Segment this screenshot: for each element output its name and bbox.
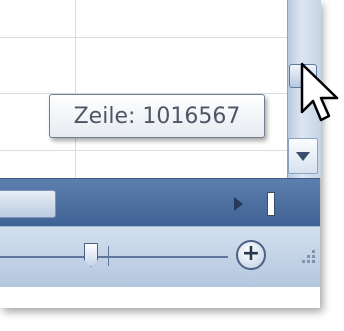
scroll-down-button[interactable]: [288, 138, 318, 174]
triangle-right-icon[interactable]: [234, 197, 243, 211]
row-tooltip: Zeile: 1016567: [49, 94, 265, 138]
spreadsheet-grid[interactable]: [0, 0, 287, 178]
gridline: [0, 37, 287, 38]
plus-icon: +: [241, 241, 261, 266]
gridline: [75, 0, 76, 178]
resize-grip-icon[interactable]: [298, 248, 316, 266]
zoom-in-button[interactable]: +: [236, 240, 266, 270]
horizontal-scroll-thumb[interactable]: [0, 190, 56, 218]
zoom-slider-track[interactable]: [0, 256, 228, 258]
row-tooltip-text: Zeile: 1016567: [73, 103, 241, 129]
zoom-slider-center-tick: [108, 246, 109, 266]
split-handle[interactable]: [267, 192, 275, 216]
arrow-cursor-icon: [300, 62, 339, 122]
gridline: [0, 150, 287, 151]
triangle-down-icon: [296, 151, 310, 161]
